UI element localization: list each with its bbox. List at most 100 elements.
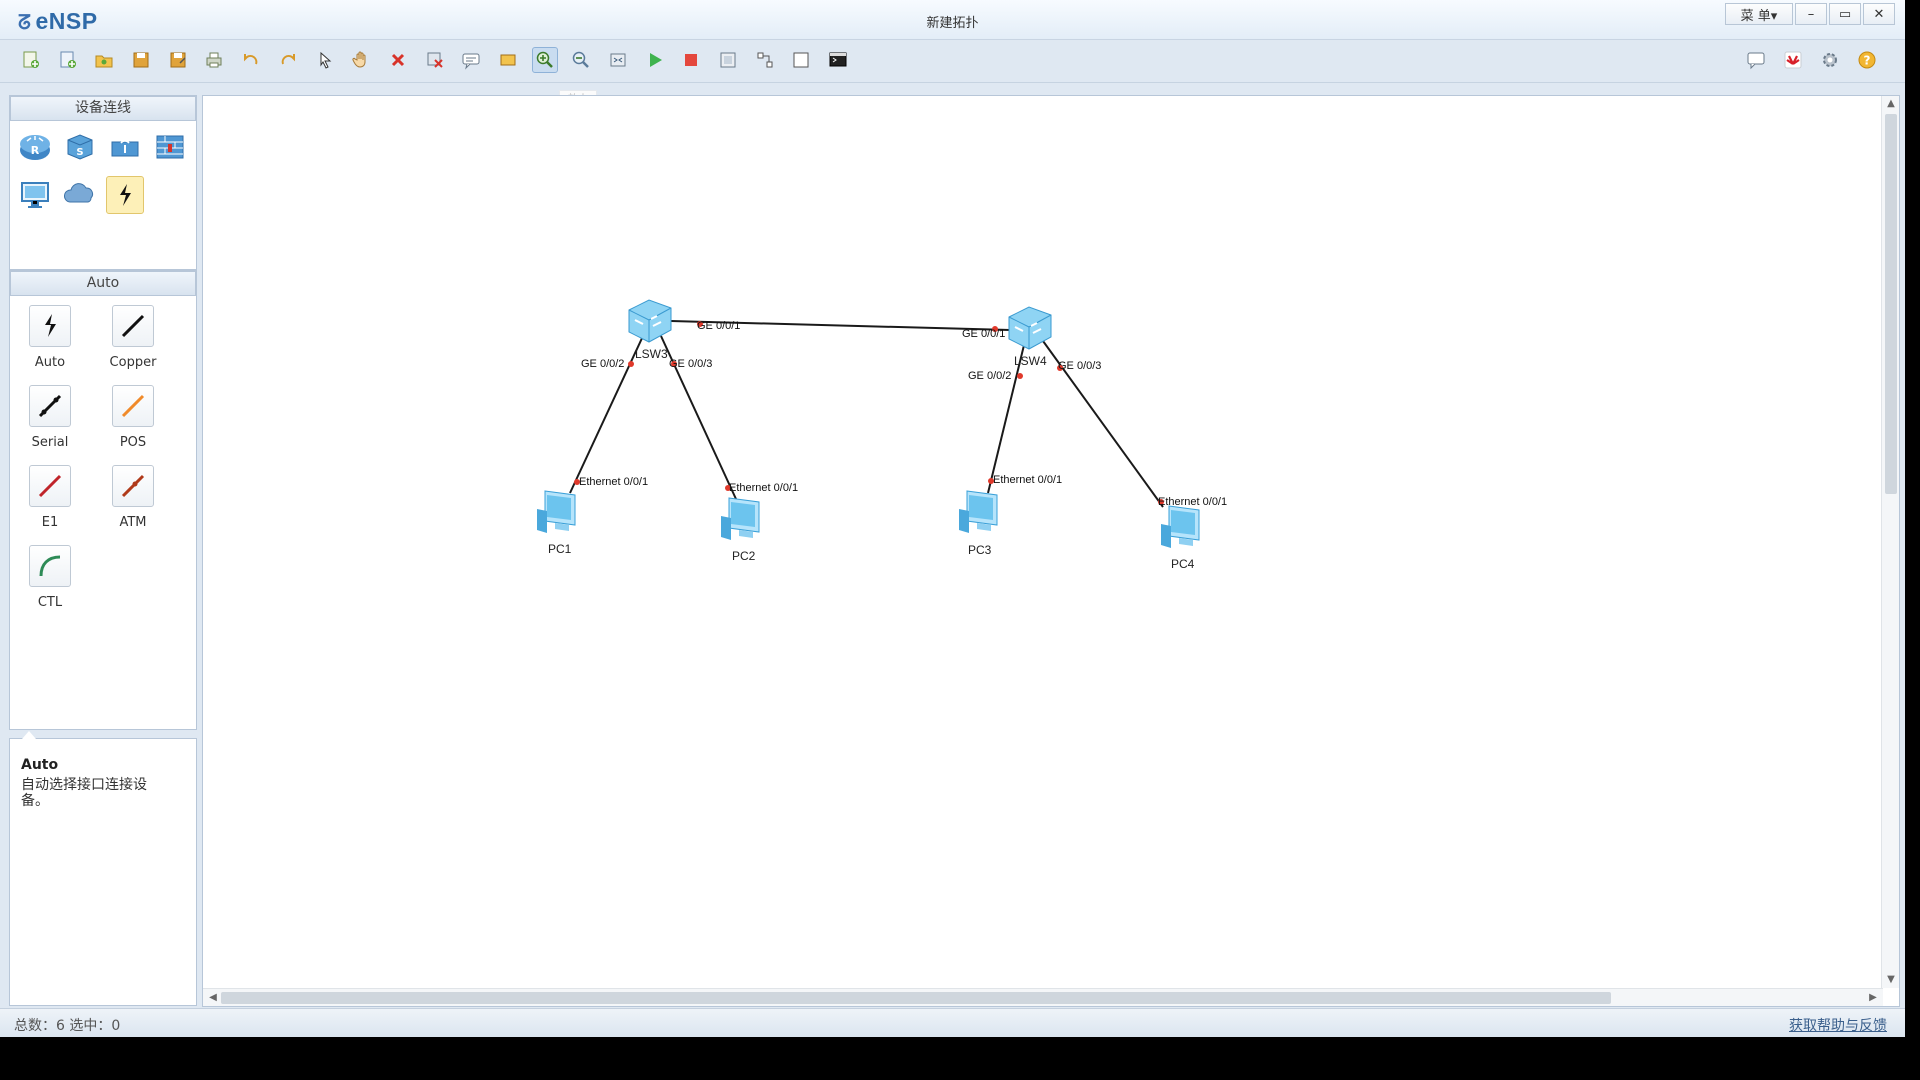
scroll-down-icon[interactable]: ▼ <box>1882 972 1900 988</box>
vertical-scroll-thumb[interactable] <box>1885 114 1897 494</box>
auto-cable-icon <box>45 314 56 337</box>
print-button[interactable] <box>201 47 227 73</box>
cable-label: CTL <box>37 595 63 610</box>
e1-cable-icon <box>38 474 62 498</box>
cloud-category[interactable] <box>61 176 99 214</box>
scroll-right-icon[interactable]: ▶ <box>1865 989 1881 1007</box>
terminal-icon <box>829 52 847 67</box>
new-exercise-button[interactable] <box>55 47 81 73</box>
port-label: GE 0/0/2 <box>581 358 624 370</box>
cable-e1[interactable]: E1 <box>10 465 90 530</box>
horizontal-scroll-thumb[interactable] <box>221 992 1611 1004</box>
delete-icon <box>391 53 404 67</box>
start-button[interactable] <box>642 47 668 73</box>
switch-category[interactable]: S <box>61 128 99 166</box>
fit-icon <box>610 53 626 67</box>
port-label: Ethernet 0/0/1 <box>993 474 1062 486</box>
window-controls: 菜 单▾ – ▭ ✕ <box>1723 3 1895 25</box>
scroll-left-icon[interactable]: ◀ <box>205 989 221 1007</box>
settings-icon <box>1823 53 1837 67</box>
text-button[interactable] <box>458 47 484 73</box>
router-icon: R <box>20 135 50 160</box>
stop-button[interactable] <box>678 47 704 73</box>
minimize-icon: – <box>1807 6 1815 22</box>
zoom-out-button[interactable] <box>568 47 594 73</box>
text-icon <box>462 53 480 70</box>
maximize-button[interactable]: ▭ <box>1829 3 1861 25</box>
switch-lsw3[interactable] <box>628 299 672 343</box>
topology-canvas[interactable]: LSW3 LSW4 PC1 PC2 PC3 PC4 GE 0/0/1 GE 0/… <box>202 95 1900 1007</box>
help-icon: ? <box>1858 51 1876 69</box>
chat-icon <box>1747 52 1765 70</box>
terminal-button[interactable] <box>825 47 851 73</box>
fit-button[interactable] <box>605 47 631 73</box>
pc-pc4[interactable] <box>1161 505 1200 548</box>
cable-label: Serial <box>31 435 69 450</box>
router-category[interactable]: R <box>16 128 54 166</box>
topology-icon <box>757 52 773 68</box>
cable-ctl[interactable]: CTL <box>10 545 90 610</box>
port-label: Ethernet 0/0/1 <box>729 482 798 494</box>
port-label: GE 0/0/1 <box>962 328 1005 340</box>
cable-copper[interactable]: Copper <box>93 305 173 370</box>
cable-auto[interactable]: Auto <box>10 305 90 370</box>
new-topology-icon <box>23 51 39 68</box>
zoom-out-icon <box>573 51 590 68</box>
cable-label: E1 <box>41 515 59 530</box>
port-label: GE 0/0/1 <box>697 320 740 332</box>
firewall-icon <box>156 135 184 159</box>
new-topology-button[interactable] <box>18 47 44 73</box>
window-icon <box>793 52 809 68</box>
ensp-window: ᘔ eNSP 新建拓扑 菜 单▾ – ▭ ✕ ? 设备连线 R S Auto A… <box>0 0 1905 1037</box>
cable-atm[interactable]: ATM <box>93 465 173 530</box>
vertical-scrollbar[interactable]: ▲ ▼ <box>1881 96 1899 988</box>
save-button[interactable] <box>128 47 154 73</box>
settings-button[interactable] <box>1817 47 1843 73</box>
connection-icon <box>120 184 131 206</box>
zoom-in-button[interactable] <box>531 47 558 73</box>
cable-label: Copper <box>109 355 157 370</box>
status-bar: 总数：6 选中：0 获取帮助与反馈 <box>0 1008 1905 1037</box>
left-panel: 设备连线 R S Auto Auto Copper Serial POS E1 … <box>9 95 197 1006</box>
capture-button[interactable] <box>715 47 741 73</box>
open-button[interactable] <box>91 47 117 73</box>
save-as-icon <box>170 52 186 68</box>
svg-text:R: R <box>31 144 40 157</box>
delete-links-button[interactable] <box>422 47 448 73</box>
chat-button[interactable] <box>1743 47 1769 73</box>
cable-label: POS <box>119 435 147 450</box>
node-label-pc2: PC2 <box>732 549 756 563</box>
connection-category[interactable] <box>106 176 144 214</box>
wlan-category[interactable] <box>106 128 144 166</box>
window-button[interactable] <box>788 47 814 73</box>
topology-button[interactable] <box>752 47 778 73</box>
select-button[interactable] <box>312 47 338 73</box>
huawei-button[interactable] <box>1780 47 1806 73</box>
pc-pc3[interactable] <box>959 490 998 533</box>
undo-button[interactable] <box>238 47 264 73</box>
pc-pc2[interactable] <box>721 497 760 540</box>
save-as-button[interactable] <box>165 47 191 73</box>
delete-button[interactable] <box>385 47 411 73</box>
close-button[interactable]: ✕ <box>1863 3 1895 25</box>
rectangle-icon <box>500 54 516 66</box>
auto-cable-icon-box <box>29 305 71 347</box>
minimize-button[interactable]: – <box>1795 3 1827 25</box>
delete-all-links-icon <box>427 52 443 68</box>
cable-panel-header: Auto <box>10 271 196 296</box>
select-icon <box>320 51 331 69</box>
atm-cable-icon <box>121 474 145 498</box>
cable-pos[interactable]: POS <box>93 385 173 450</box>
help-button[interactable]: ? <box>1854 47 1880 73</box>
scroll-up-icon[interactable]: ▲ <box>1882 96 1900 112</box>
rectangle-button[interactable] <box>495 47 521 73</box>
redo-button[interactable] <box>275 47 301 73</box>
pc-pc1[interactable] <box>537 490 576 533</box>
pan-button[interactable] <box>348 47 374 73</box>
firewall-category[interactable] <box>151 128 189 166</box>
menu-button[interactable]: 菜 单▾ <box>1725 3 1793 25</box>
horizontal-scrollbar[interactable]: ◀ ▶ <box>203 988 1883 1006</box>
cable-serial[interactable]: Serial <box>10 385 90 450</box>
pc-category[interactable] <box>16 176 54 214</box>
help-feedback-link[interactable]: 获取帮助与反馈 <box>1789 1015 1887 1035</box>
